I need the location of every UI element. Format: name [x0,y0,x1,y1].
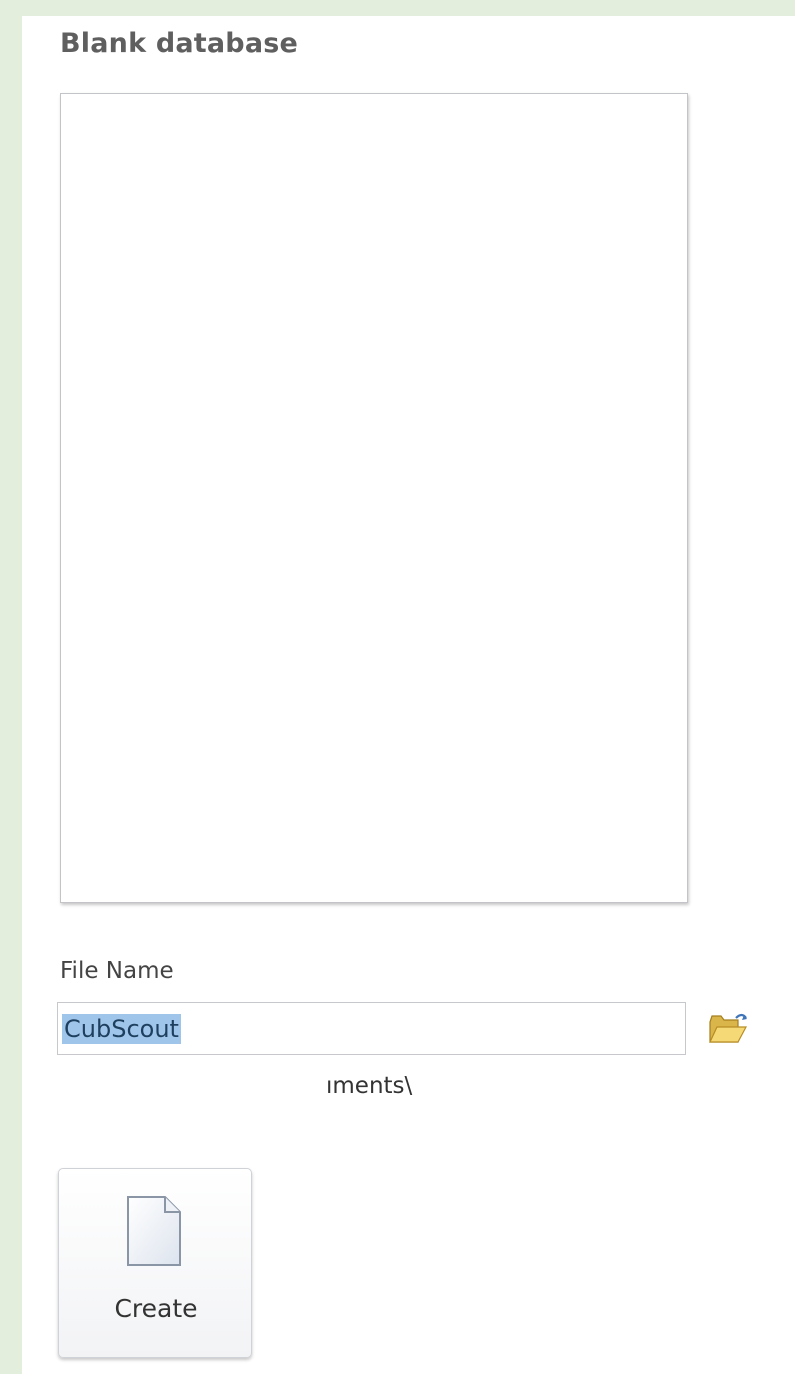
file-name-label: File Name [60,958,174,984]
database-preview [60,93,688,903]
file-name-value: CubScout [62,1014,181,1044]
file-name-input[interactable]: CubScout [57,1002,686,1055]
file-path-text: ıments\ [326,1073,413,1099]
create-button[interactable]: Create [58,1168,252,1358]
create-button-label: Create [114,1294,198,1323]
blank-document-icon [127,1196,181,1266]
browse-folder-button[interactable] [708,1010,750,1048]
window-frame-top [0,0,795,16]
window-frame-left [0,0,22,1374]
folder-open-icon [709,1013,747,1043]
panel-title: Blank database [60,28,299,59]
